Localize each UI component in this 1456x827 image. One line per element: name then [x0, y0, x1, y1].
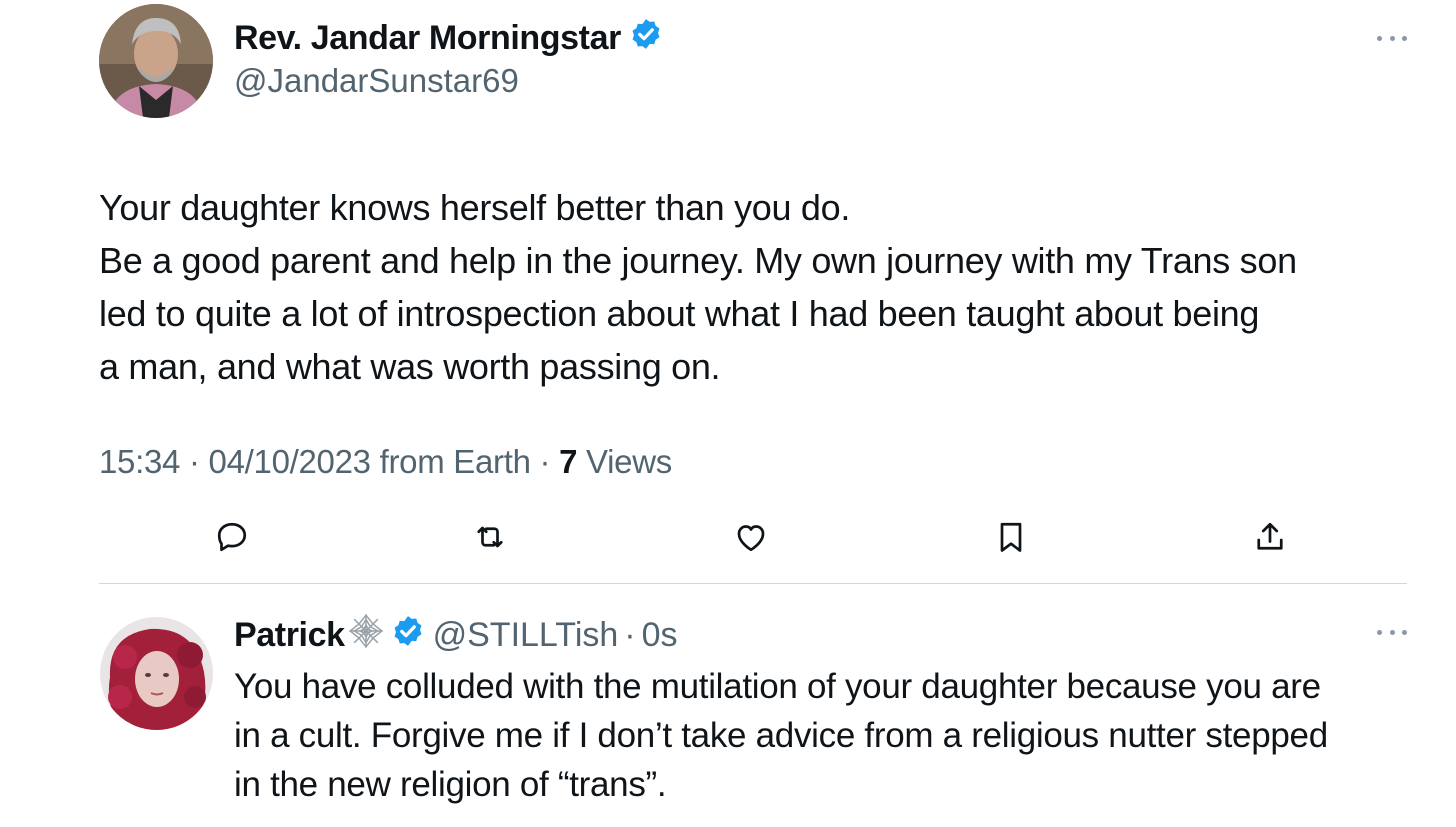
- reply-author-handle[interactable]: @STILLTish: [433, 616, 619, 655]
- reply-icon: [217, 522, 247, 552]
- views-label: Views: [586, 443, 672, 480]
- tweet-source: from Earth: [379, 443, 531, 480]
- bookmark-button[interactable]: [991, 517, 1031, 557]
- tweet-date[interactable]: 04/10/2023: [209, 443, 371, 480]
- reply-text-line: in a cult. Forgive me if I don’t take ad…: [234, 716, 1328, 755]
- like-icon: [737, 525, 765, 552]
- tweet-text-line: Your daughter knows herself better than …: [99, 187, 851, 228]
- like-button[interactable]: [731, 517, 771, 557]
- tweet-text-line: led to quite a lot of introspection abou…: [99, 293, 1260, 334]
- reply-text-line: You have colluded with the mutilation of…: [234, 667, 1321, 706]
- reply-timestamp[interactable]: 0s: [642, 616, 678, 655]
- reply-text-line: in the new religion of “trans”.: [234, 765, 667, 804]
- reply-header: Patrick @STILLTish · 0s: [234, 611, 678, 660]
- views-count: 7: [559, 443, 578, 480]
- tweet-meta: 15:34 · 04/10/2023 from Earth · 7 Views: [99, 443, 672, 481]
- verified-badge-icon: [629, 17, 663, 60]
- tweet-thread: Rev. Jandar Morningstar @JandarSunstar69…: [0, 0, 1456, 827]
- reply-separator: ·: [624, 616, 636, 654]
- more-options-icon[interactable]: [1377, 31, 1407, 45]
- meta-separator: ·: [539, 443, 551, 480]
- tweet-text: Your daughter knows herself better than …: [99, 181, 1419, 393]
- spider-web-emoji: [345, 611, 387, 660]
- tweet-time[interactable]: 15:34: [99, 443, 180, 480]
- reply-button[interactable]: [212, 517, 252, 557]
- share-icon: [1257, 522, 1283, 550]
- tweet-text-line: Be a good parent and help in the journey…: [99, 240, 1297, 281]
- divider: [99, 583, 1407, 584]
- reply-author-avatar[interactable]: [100, 617, 213, 730]
- retweet-button[interactable]: [470, 517, 510, 557]
- retweet-icon: [477, 526, 503, 548]
- author-name-row[interactable]: Rev. Jandar Morningstar: [234, 17, 663, 60]
- bookmark-icon: [1000, 522, 1022, 552]
- reply-text: You have colluded with the mutilation of…: [234, 662, 1424, 809]
- reply-more-options-icon[interactable]: [1377, 625, 1407, 639]
- verified-badge-icon: [391, 614, 425, 657]
- share-button[interactable]: [1250, 517, 1290, 557]
- reply-author-name[interactable]: Patrick: [234, 616, 345, 655]
- tweet-text-line: a man, and what was worth passing on.: [99, 346, 721, 387]
- author-handle[interactable]: @JandarSunstar69: [234, 62, 519, 100]
- meta-separator: ·: [188, 443, 200, 480]
- author-display-name[interactable]: Rev. Jandar Morningstar: [234, 19, 621, 58]
- author-avatar[interactable]: [99, 4, 213, 118]
